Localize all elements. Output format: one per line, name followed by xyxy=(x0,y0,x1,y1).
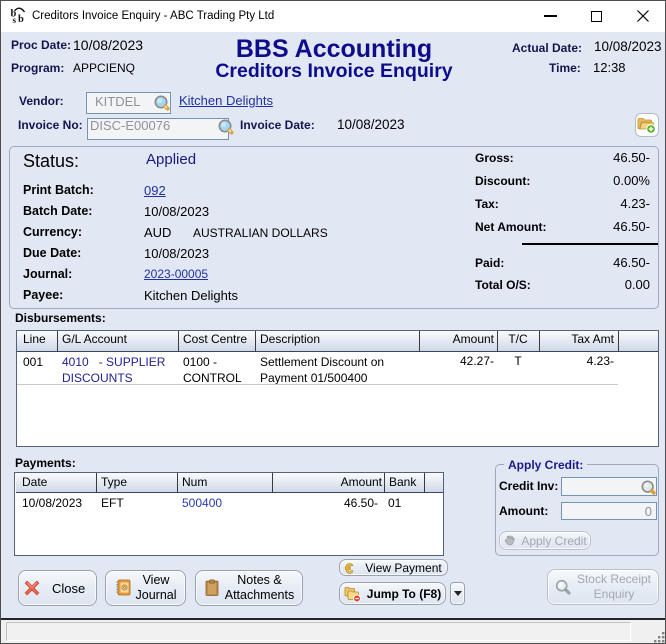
svg-text:s: s xyxy=(13,15,17,24)
svg-text:b: b xyxy=(18,14,24,24)
svg-text:€: € xyxy=(345,561,353,575)
